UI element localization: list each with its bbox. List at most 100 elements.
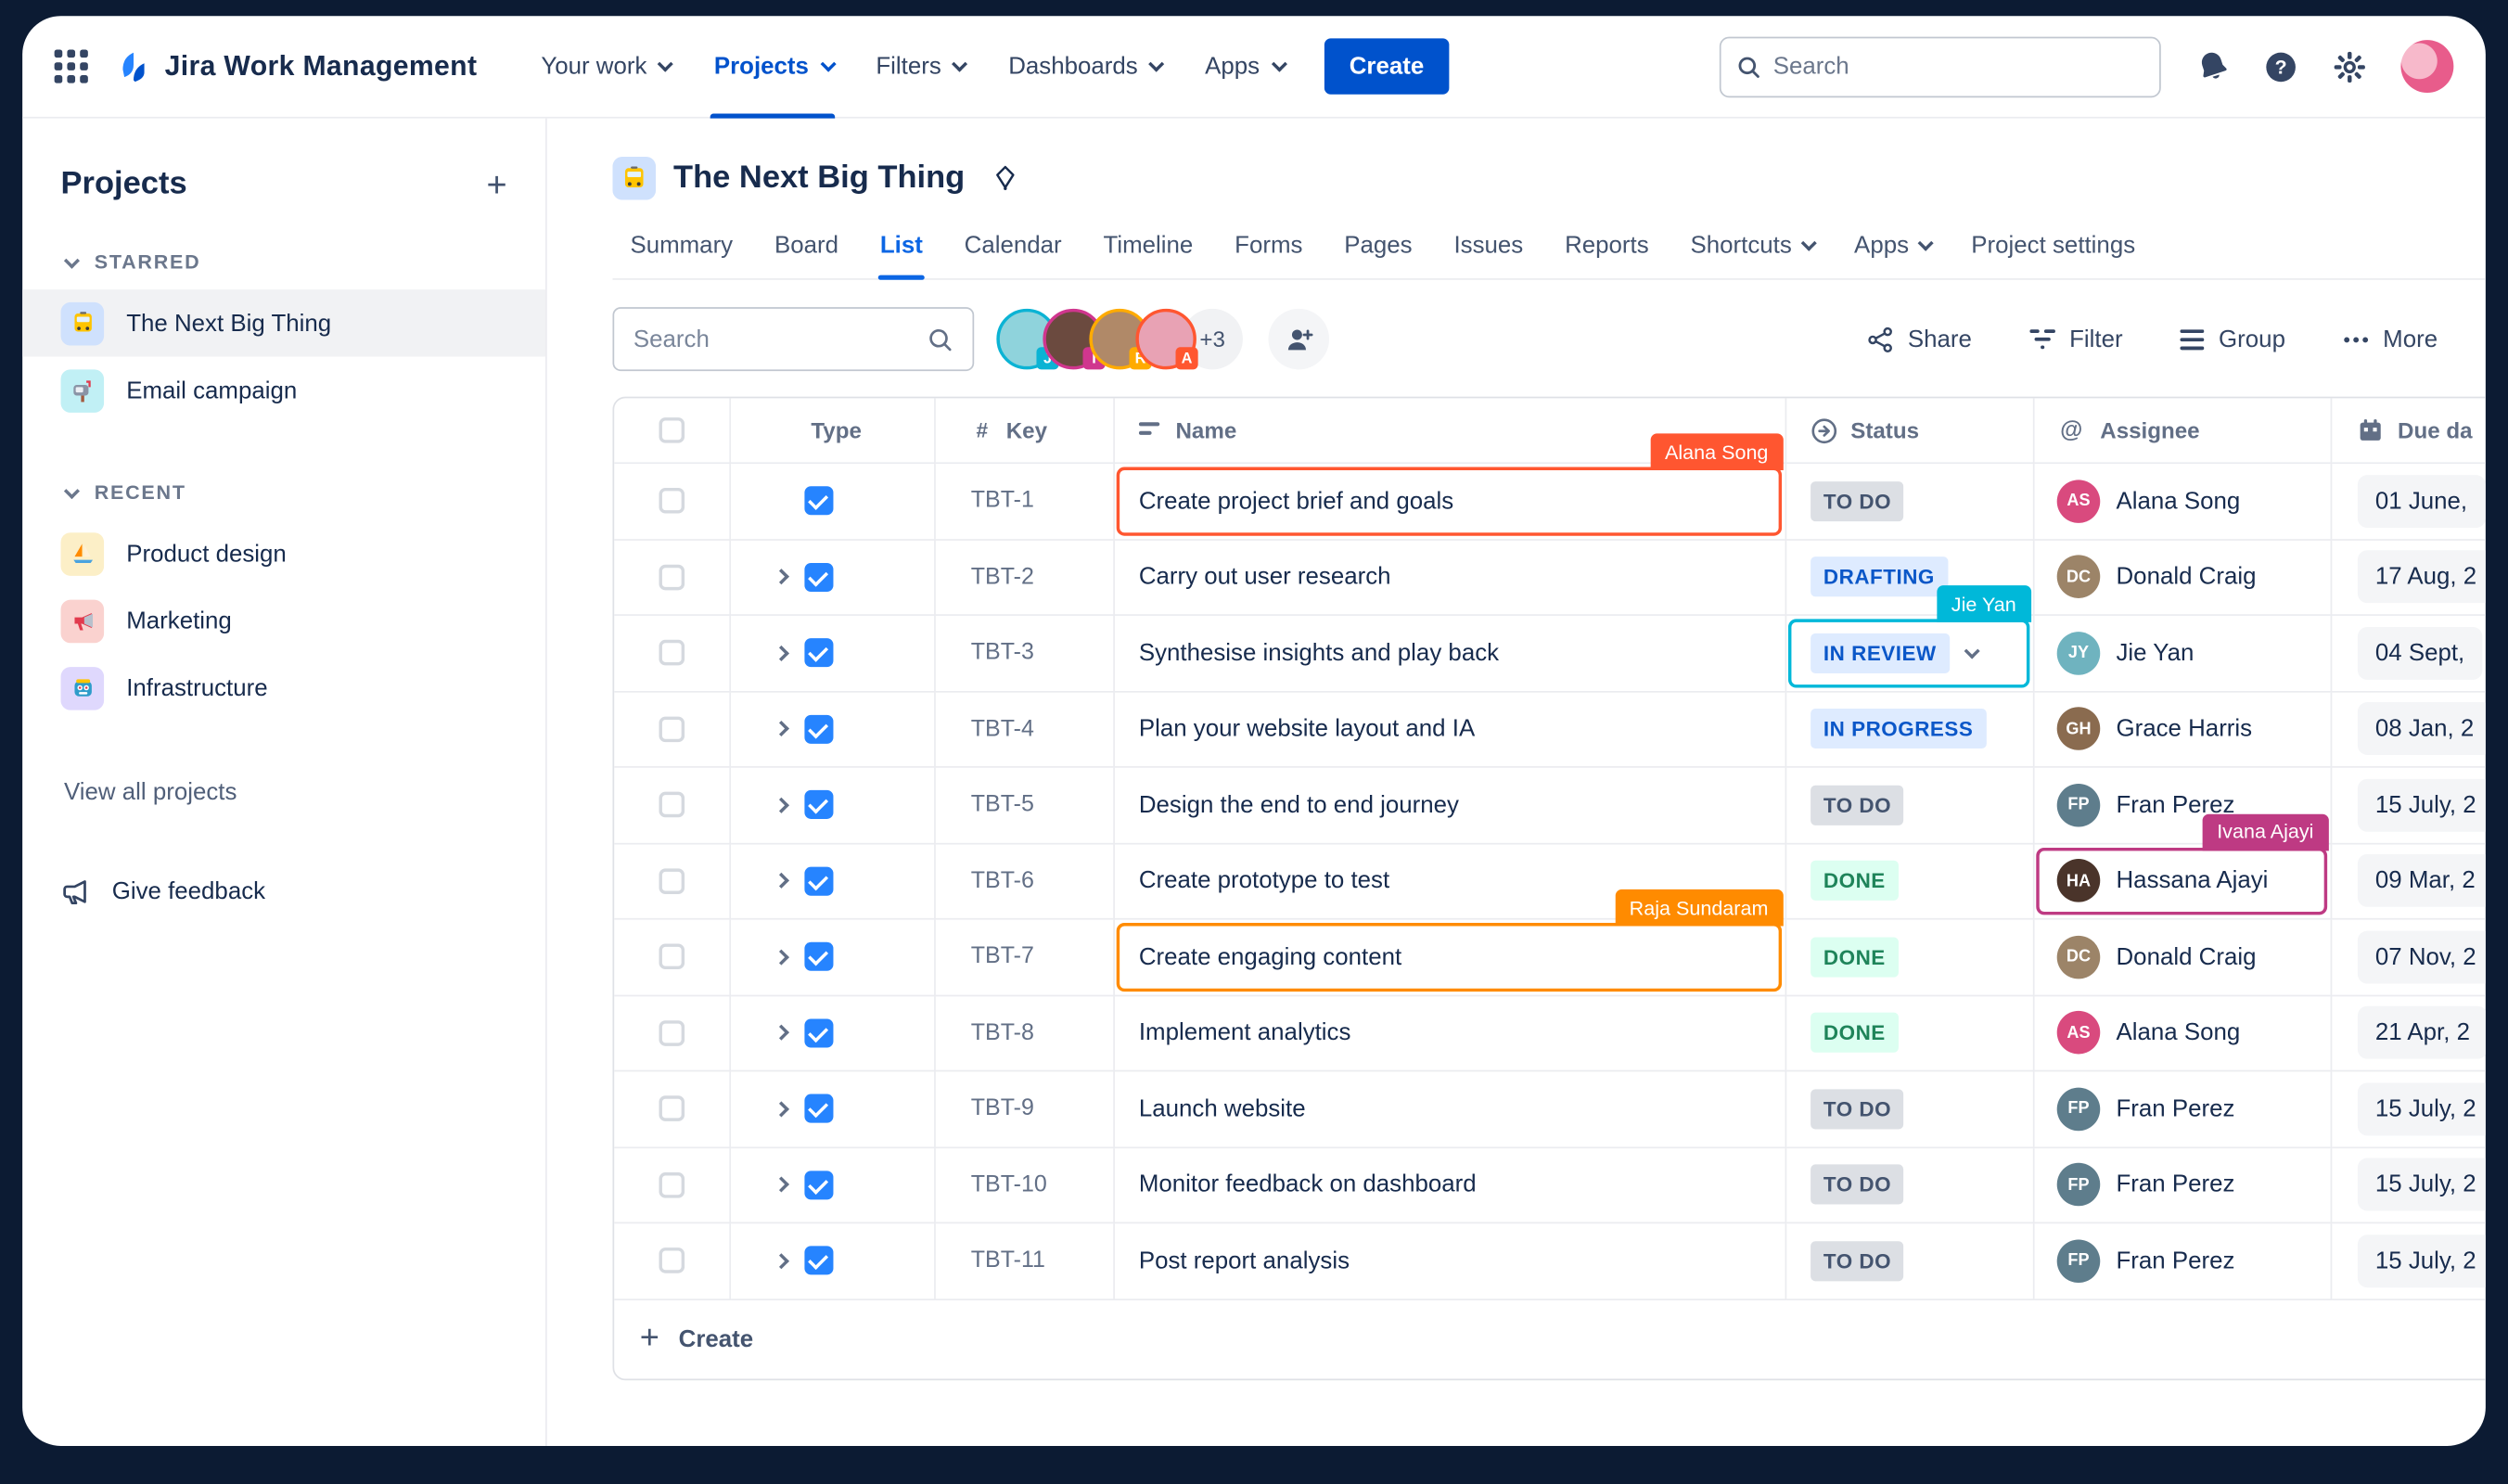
expand-row-icon[interactable] bbox=[773, 1176, 791, 1193]
name-cell[interactable]: Carry out user research bbox=[1114, 540, 1787, 616]
nav-item-filters[interactable]: Filters bbox=[853, 16, 986, 118]
assignee-cell[interactable]: FP Fran Perez bbox=[2034, 1147, 2333, 1224]
status-chip[interactable]: IN PROGRESS bbox=[1811, 709, 1987, 749]
collaborator-avatar-A[interactable]: A bbox=[1135, 308, 1198, 370]
task-type-icon[interactable] bbox=[804, 1170, 834, 1199]
row-checkbox[interactable] bbox=[659, 1019, 685, 1046]
name-cell[interactable]: Implement analytics bbox=[1114, 995, 1787, 1072]
due-date-cell[interactable]: 15 July, 2 bbox=[2332, 1147, 2486, 1224]
task-type-icon[interactable] bbox=[804, 942, 834, 972]
sidebar-item-marketing[interactable]: Marketing bbox=[22, 587, 545, 654]
expand-row-icon[interactable] bbox=[773, 1100, 791, 1118]
create-issue-row[interactable]: + Create bbox=[614, 1299, 2486, 1378]
due-date-cell[interactable]: 15 July, 2 bbox=[2332, 768, 2486, 844]
tab-reports[interactable]: Reports bbox=[1547, 216, 1667, 278]
task-type-icon[interactable] bbox=[804, 1246, 834, 1275]
tab-shortcuts[interactable]: Shortcuts bbox=[1673, 216, 1831, 278]
sidebar-section-recent[interactable]: RECENT bbox=[22, 481, 545, 504]
column-header-assignee[interactable]: @ Assignee bbox=[2034, 398, 2333, 465]
name-cell[interactable]: Monitor feedback on dashboard bbox=[1114, 1147, 1787, 1224]
row-checkbox[interactable] bbox=[659, 564, 685, 590]
help-icon[interactable]: ? bbox=[2263, 49, 2298, 84]
tab-apps[interactable]: Apps bbox=[1836, 216, 1947, 278]
status-chip[interactable]: IN REVIEW bbox=[1811, 633, 1950, 673]
name-cell[interactable]: Create project brief and goals Alana Song bbox=[1114, 433, 1787, 541]
tab-timeline[interactable]: Timeline bbox=[1086, 216, 1211, 278]
task-type-icon[interactable] bbox=[804, 638, 834, 668]
row-checkbox[interactable] bbox=[659, 1247, 685, 1274]
sidebar-item-infrastructure[interactable]: Infrastructure bbox=[22, 654, 545, 721]
expand-row-icon[interactable] bbox=[773, 1025, 791, 1042]
tab-forms[interactable]: Forms bbox=[1217, 216, 1320, 278]
expand-row-icon[interactable] bbox=[773, 873, 791, 889]
task-type-icon[interactable] bbox=[804, 714, 834, 744]
nav-item-apps[interactable]: Apps bbox=[1183, 16, 1304, 118]
global-search[interactable] bbox=[1719, 35, 2161, 97]
status-chip[interactable]: TO DO bbox=[1811, 1240, 1904, 1281]
due-date-cell[interactable]: 15 July, 2 bbox=[2332, 1223, 2486, 1300]
expand-row-icon[interactable] bbox=[773, 949, 791, 966]
row-checkbox[interactable] bbox=[659, 867, 685, 894]
list-search[interactable] bbox=[612, 307, 975, 372]
tab-calendar[interactable]: Calendar bbox=[947, 216, 1080, 278]
add-project-icon[interactable]: + bbox=[486, 166, 506, 202]
tab-board[interactable]: Board bbox=[757, 216, 856, 278]
due-date-cell[interactable]: 07 Nov, 2 bbox=[2332, 920, 2486, 996]
due-date-cell[interactable]: 21 Apr, 2 bbox=[2332, 995, 2486, 1072]
expand-row-icon[interactable] bbox=[773, 797, 791, 813]
row-checkbox[interactable] bbox=[659, 943, 685, 970]
tab-pages[interactable]: Pages bbox=[1326, 216, 1429, 278]
sidebar-item-the-next-big-thing[interactable]: The Next Big Thing bbox=[22, 289, 546, 357]
assignee-cell[interactable]: FP Fran Perez bbox=[2034, 1223, 2333, 1300]
nav-item-your-work[interactable]: Your work bbox=[518, 16, 692, 118]
task-type-icon[interactable] bbox=[804, 562, 834, 592]
global-search-input[interactable] bbox=[1772, 52, 2143, 81]
settings-gear-icon[interactable] bbox=[2332, 49, 2367, 84]
name-cell[interactable]: Post report analysis bbox=[1114, 1223, 1787, 1300]
due-date-cell[interactable]: 17 Aug, 2 bbox=[2332, 540, 2486, 616]
due-date-cell[interactable]: 01 June, bbox=[2332, 464, 2486, 541]
assignee-cell[interactable]: GH Grace Harris bbox=[2034, 691, 2333, 768]
sidebar-item-product-design[interactable]: Product design bbox=[22, 519, 545, 586]
name-cell[interactable]: Launch website bbox=[1114, 1071, 1787, 1148]
group-button[interactable]: Group bbox=[2180, 326, 2285, 352]
expand-row-icon[interactable] bbox=[773, 721, 791, 737]
brand[interactable]: Jira Work Management bbox=[115, 48, 477, 85]
assignee-cell[interactable]: JY Jie Yan bbox=[2034, 615, 2333, 692]
assignee-cell[interactable]: HA Hassana Ajayi Ivana Ajayi bbox=[2034, 812, 2333, 920]
status-chip[interactable]: TO DO bbox=[1811, 785, 1904, 825]
nav-item-dashboards[interactable]: Dashboards bbox=[986, 16, 1183, 118]
sidebar-section-starred[interactable]: STARRED bbox=[22, 251, 545, 274]
column-header-key[interactable]: # Key bbox=[935, 398, 1115, 465]
row-checkbox[interactable] bbox=[659, 1095, 685, 1122]
list-search-input[interactable] bbox=[633, 325, 928, 353]
due-date-cell[interactable]: 09 Mar, 2 bbox=[2332, 844, 2486, 920]
assignee-cell[interactable]: FP Fran Perez bbox=[2034, 767, 2333, 844]
name-cell[interactable]: Design the end to end journey bbox=[1114, 767, 1787, 844]
row-checkbox[interactable] bbox=[659, 716, 685, 742]
assignee-cell[interactable]: DC Donald Craig bbox=[2034, 919, 2333, 996]
more-button[interactable]: More bbox=[2343, 326, 2438, 352]
tab-project-settings[interactable]: Project settings bbox=[1953, 216, 2153, 278]
nav-item-projects[interactable]: Projects bbox=[692, 16, 854, 118]
sidebar-item-email-campaign[interactable]: Email campaign bbox=[22, 357, 545, 424]
task-type-icon[interactable] bbox=[804, 486, 834, 516]
status-chip[interactable]: DONE bbox=[1811, 937, 1899, 978]
row-checkbox[interactable] bbox=[659, 640, 685, 666]
assignee-cell[interactable]: AS Alana Song bbox=[2034, 995, 2333, 1072]
due-date-cell[interactable]: 08 Jan, 2 bbox=[2332, 692, 2486, 768]
tab-summary[interactable]: Summary bbox=[612, 216, 750, 278]
status-chip[interactable]: DONE bbox=[1811, 1013, 1899, 1054]
filter-button[interactable]: Filter bbox=[2028, 326, 2123, 352]
add-people-button[interactable] bbox=[1268, 308, 1330, 370]
rename-project-icon[interactable] bbox=[992, 165, 1019, 192]
expand-row-icon[interactable] bbox=[773, 1252, 791, 1269]
create-button[interactable]: Create bbox=[1324, 38, 1450, 95]
status-chip[interactable]: TO DO bbox=[1811, 1164, 1904, 1205]
due-date-cell[interactable]: 15 July, 2 bbox=[2332, 1071, 2486, 1148]
column-header-status[interactable]: Status bbox=[1786, 398, 2035, 465]
notification-bell-icon[interactable] bbox=[2196, 49, 2230, 83]
name-cell[interactable]: Synthesise insights and play back bbox=[1114, 615, 1787, 692]
expand-row-icon[interactable] bbox=[773, 569, 791, 585]
name-cell[interactable]: Plan your website layout and IA bbox=[1114, 691, 1787, 768]
